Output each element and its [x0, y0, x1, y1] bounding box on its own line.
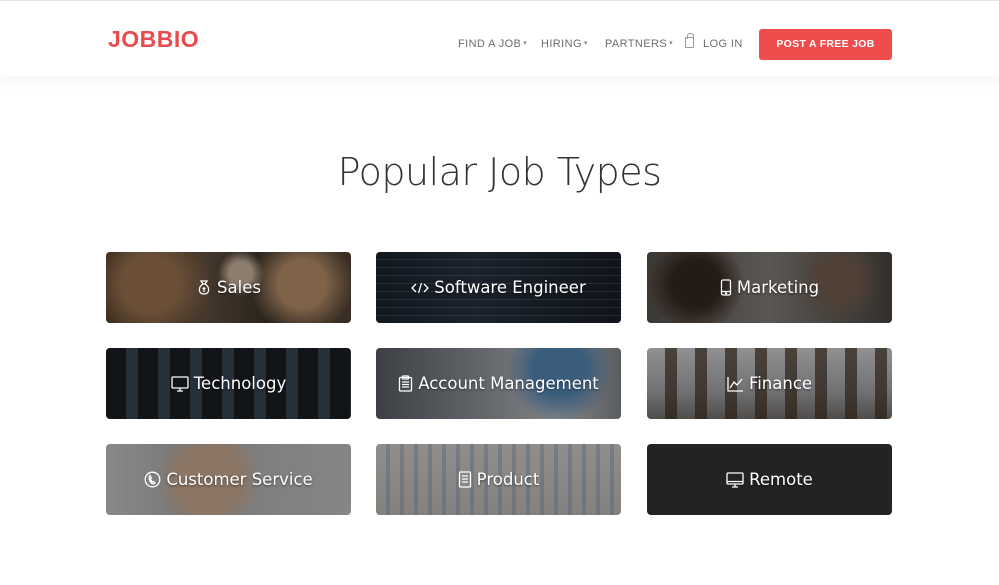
card-content: Software Engineer	[411, 278, 586, 297]
nav-hiring-label: HIRING	[541, 38, 582, 50]
card-content: Customer Service	[144, 470, 313, 489]
nav-find-a-job-label: FIND A JOB	[458, 38, 522, 50]
card-label: Account Management	[418, 374, 599, 393]
monitor-icon	[171, 375, 189, 392]
card-label: Marketing	[736, 278, 820, 297]
card-label: Sales	[217, 278, 261, 297]
nav-partners-label: PARTNERS	[605, 38, 668, 50]
card-label: Finance	[748, 374, 813, 393]
card-label: Customer Service	[166, 470, 313, 489]
site-header: JOBBIO FIND A JOB ▾ HIRING ▾ PARTNERS ▾ LOG…	[0, 0, 999, 76]
nav-partners[interactable]: PARTNERS ▾	[605, 37, 673, 51]
document-icon	[458, 471, 472, 488]
desktop-icon	[726, 471, 744, 488]
code-icon	[411, 281, 430, 295]
money-bag-icon	[196, 279, 212, 296]
card-label: Software Engineer	[434, 278, 586, 297]
clipboard-icon	[398, 375, 413, 392]
post-a-free-job-button[interactable]: POST A FREE JOB	[759, 29, 892, 60]
job-type-card-customer-service[interactable]: Customer Service	[106, 444, 351, 515]
job-type-card-product[interactable]: Product	[376, 444, 621, 515]
line-chart-icon	[727, 376, 744, 392]
job-type-card-remote[interactable]: Remote	[647, 444, 892, 515]
card-label: Technology	[193, 374, 287, 393]
card-content: Remote	[726, 470, 813, 489]
card-content: Technology	[171, 374, 286, 393]
card-content: Marketing	[720, 278, 819, 297]
chevron-down-icon: ▾	[523, 40, 528, 47]
jobbio-logo[interactable]: JOBBIO	[108, 26, 199, 53]
job-type-card-finance[interactable]: Finance	[647, 348, 892, 419]
card-label: Product	[476, 470, 540, 489]
card-label: Remote	[749, 470, 813, 489]
lock-icon	[685, 33, 694, 48]
job-type-card-marketing[interactable]: Marketing	[647, 252, 892, 323]
card-content: Sales	[196, 278, 261, 297]
card-content: Product	[458, 470, 540, 489]
nav-find-a-job[interactable]: FIND A JOB ▾	[458, 37, 527, 51]
job-type-card-software-engineer[interactable]: Software Engineer	[376, 252, 621, 323]
job-type-card-sales[interactable]: Sales	[106, 252, 351, 323]
chevron-down-icon: ▾	[583, 40, 588, 47]
nav-hiring[interactable]: HIRING ▾	[541, 37, 588, 51]
job-type-card-account-management[interactable]: Account Management	[376, 348, 621, 419]
nav-log-in-label: LOG IN	[703, 38, 743, 50]
job-type-card-technology[interactable]: Technology	[106, 348, 351, 419]
page-title: Popular Job Types	[337, 150, 662, 194]
mobile-phone-icon	[720, 279, 732, 296]
nav-log-in[interactable]: LOG IN	[685, 33, 743, 51]
phone-call-icon	[144, 471, 161, 488]
chevron-down-icon: ▾	[669, 40, 674, 47]
card-content: Account Management	[398, 374, 599, 393]
card-content: Finance	[727, 374, 812, 393]
